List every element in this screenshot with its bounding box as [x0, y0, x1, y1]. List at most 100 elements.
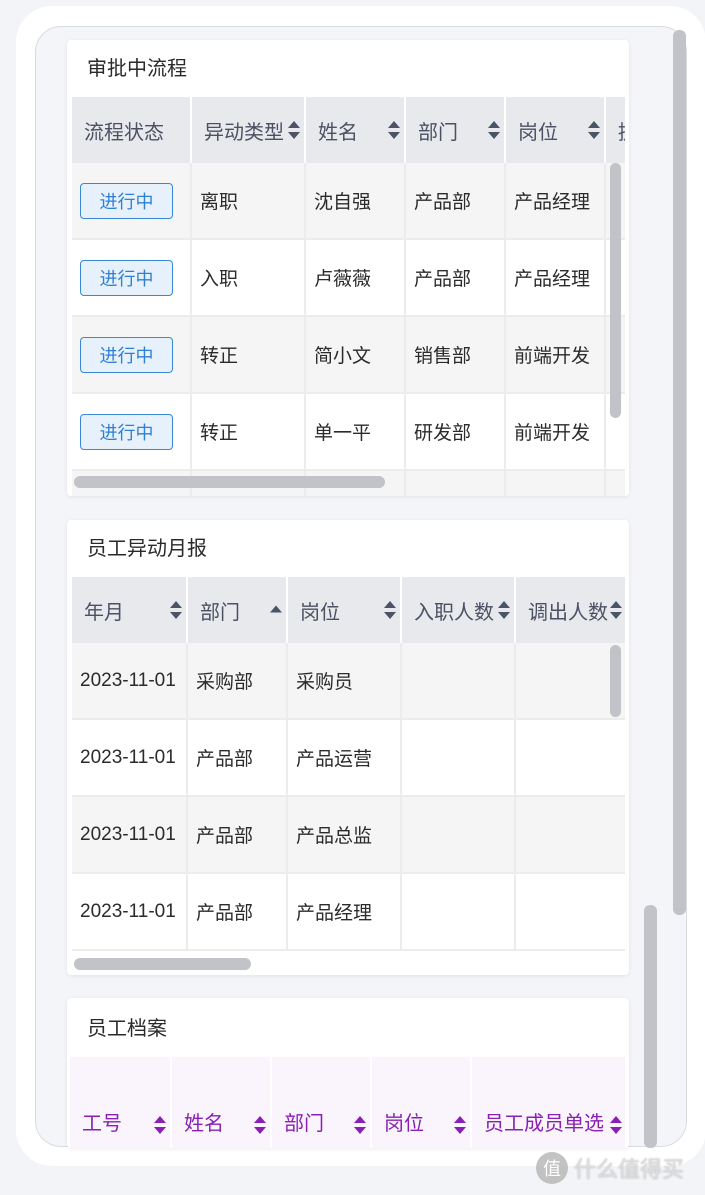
header-dept-label: 部门 — [284, 1113, 324, 1135]
page-scrollbar-thumb[interactable] — [673, 30, 686, 915]
header-status[interactable]: 流程状态 — [72, 97, 192, 163]
watermark-logo-icon: 值 — [536, 1152, 568, 1184]
cell-status: 进行中 — [72, 394, 192, 471]
cell-post: 前端开发 — [506, 394, 606, 471]
table-row[interactable]: 进行中 入职 卢薇薇 产品部 产品经理 — [72, 240, 625, 317]
status-badge[interactable]: 进行中 — [80, 413, 173, 450]
sort-icon[interactable] — [354, 1116, 366, 1134]
archive-header-row: 工号 姓名 部门 岗位 员工成员单选 — [70, 1057, 625, 1148]
monthly-vscroll-thumb[interactable] — [610, 645, 621, 717]
cell-dept: 产品部 — [406, 163, 506, 240]
header-id-label: 工号 — [82, 1113, 122, 1135]
sort-icon[interactable] — [610, 1116, 622, 1134]
cell-type: 入职 — [192, 240, 306, 317]
header-post[interactable]: 岗位 — [288, 577, 402, 643]
header-status-label: 流程状态 — [84, 121, 164, 144]
cell-name: 卢薇薇 — [306, 240, 406, 317]
header-post[interactable]: 岗位 — [372, 1057, 472, 1148]
table-row[interactable]: 2023-11-01 产品部 产品运营 — [72, 720, 625, 797]
cell-status: 进行中 — [72, 240, 192, 317]
cell-status: 进行中 — [72, 317, 192, 394]
table-row[interactable]: 进行中 离职 沈自强 产品部 产品经理 — [72, 163, 625, 240]
cell-transfer-out — [516, 643, 625, 720]
header-type[interactable]: 异动类型 — [192, 97, 306, 163]
cell-month: 2023-11-01 — [72, 643, 188, 720]
cell-join — [402, 643, 516, 720]
cell-dept: 产品部 — [188, 874, 288, 951]
header-name[interactable]: 姓名 — [172, 1057, 272, 1148]
archive-table: 工号 姓名 部门 岗位 员工成员单选 — [70, 1057, 625, 1148]
cell-post: 产品经理 — [506, 240, 606, 317]
cell-transfer-out — [516, 720, 625, 797]
header-dept[interactable]: 部门 — [188, 577, 288, 643]
cell-name: 单一平 — [306, 394, 406, 471]
status-badge[interactable]: 进行中 — [80, 336, 173, 373]
table-row[interactable]: 2023-11-01 采购部 采购员 — [72, 643, 625, 720]
approval-title: 审批中流程 — [87, 58, 187, 80]
sort-asc-icon[interactable] — [270, 605, 282, 615]
monthly-hscroll-thumb[interactable] — [74, 958, 251, 970]
sort-icon[interactable] — [588, 121, 600, 139]
cell-type: 转正 — [192, 394, 306, 471]
sort-icon[interactable] — [254, 1116, 266, 1134]
cell-name: 简小文 — [306, 317, 406, 394]
table-row[interactable]: 2023-11-01 产品部 产品经理 — [72, 874, 625, 951]
approval-card: 审批中流程 流程状态 异动类型 姓名 部门 岗位 提 — [67, 40, 629, 496]
header-id[interactable]: 工号 — [70, 1057, 172, 1148]
sort-icon[interactable] — [498, 601, 510, 619]
sort-icon[interactable] — [454, 1116, 466, 1134]
cell-dept: 产品部 — [188, 797, 288, 874]
header-name-label: 姓名 — [318, 121, 358, 144]
cell-post: 产品运营 — [288, 720, 402, 797]
cell-dept: 产品部 — [406, 240, 506, 317]
header-transfer-out[interactable]: 调出人数 — [516, 577, 625, 643]
cell-status: 进行中 — [72, 163, 192, 240]
sort-icon[interactable] — [388, 121, 400, 139]
watermark-text: 什么值得买 — [574, 1157, 685, 1182]
header-post-label: 岗位 — [518, 121, 558, 144]
cell-post: 产品总监 — [288, 797, 402, 874]
table-row[interactable]: 2023-11-01 产品部 产品总监 — [72, 797, 625, 874]
header-join[interactable]: 入职人数 — [402, 577, 516, 643]
header-name[interactable]: 姓名 — [306, 97, 406, 163]
status-badge[interactable]: 进行中 — [80, 259, 173, 296]
header-dept-label: 部门 — [200, 601, 240, 624]
sort-icon[interactable] — [488, 121, 500, 139]
monthly-header-row: 年月 部门 岗位 入职人数 调出人数 — [72, 577, 625, 643]
header-type-label: 异动类型 — [204, 121, 284, 144]
header-dept[interactable]: 部门 — [406, 97, 506, 163]
header-transfer-out-label: 调出人数 — [528, 601, 608, 624]
sort-icon[interactable] — [384, 601, 396, 619]
header-member-select[interactable]: 员工成员单选 — [472, 1057, 625, 1148]
header-month-label: 年月 — [84, 601, 124, 624]
cell-type: 离职 — [192, 163, 306, 240]
cell-dept: 采购部 — [188, 643, 288, 720]
sort-icon[interactable] — [154, 1116, 166, 1134]
cell-dept: 销售部 — [406, 317, 506, 394]
header-member-select-label: 员工成员单选 — [484, 1113, 604, 1135]
sort-icon[interactable] — [288, 121, 300, 139]
cell-transfer-out — [516, 797, 625, 874]
cell-post: 前端开发 — [506, 317, 606, 394]
approval-vscroll-thumb[interactable] — [610, 163, 621, 418]
header-dept[interactable]: 部门 — [272, 1057, 372, 1148]
header-name-label: 姓名 — [184, 1113, 224, 1135]
approval-hscroll-thumb[interactable] — [74, 476, 385, 488]
header-post[interactable]: 岗位 — [506, 97, 606, 163]
cell-post: 产品经理 — [506, 163, 606, 240]
table-row[interactable]: 进行中 转正 简小文 销售部 前端开发 — [72, 317, 625, 394]
header-more-label: 提 — [618, 116, 625, 145]
header-more[interactable]: 提 — [606, 97, 625, 163]
archive-card: 员工档案 工号 姓名 部门 岗位 员工成员单选 — [67, 998, 629, 1148]
sort-icon[interactable] — [610, 601, 622, 619]
cell-dept: 研发部 — [406, 394, 506, 471]
header-post-label: 岗位 — [384, 1113, 424, 1135]
status-badge[interactable]: 进行中 — [80, 182, 173, 219]
cell-post: 产品经理 — [288, 874, 402, 951]
sort-icon[interactable] — [170, 601, 182, 619]
monthly-title: 员工异动月报 — [87, 538, 207, 560]
table-row[interactable]: 进行中 转正 单一平 研发部 前端开发 — [72, 394, 625, 471]
header-month[interactable]: 年月 — [72, 577, 188, 643]
inner-scrollbar-thumb[interactable] — [644, 905, 657, 1148]
header-dept-label: 部门 — [418, 121, 458, 144]
